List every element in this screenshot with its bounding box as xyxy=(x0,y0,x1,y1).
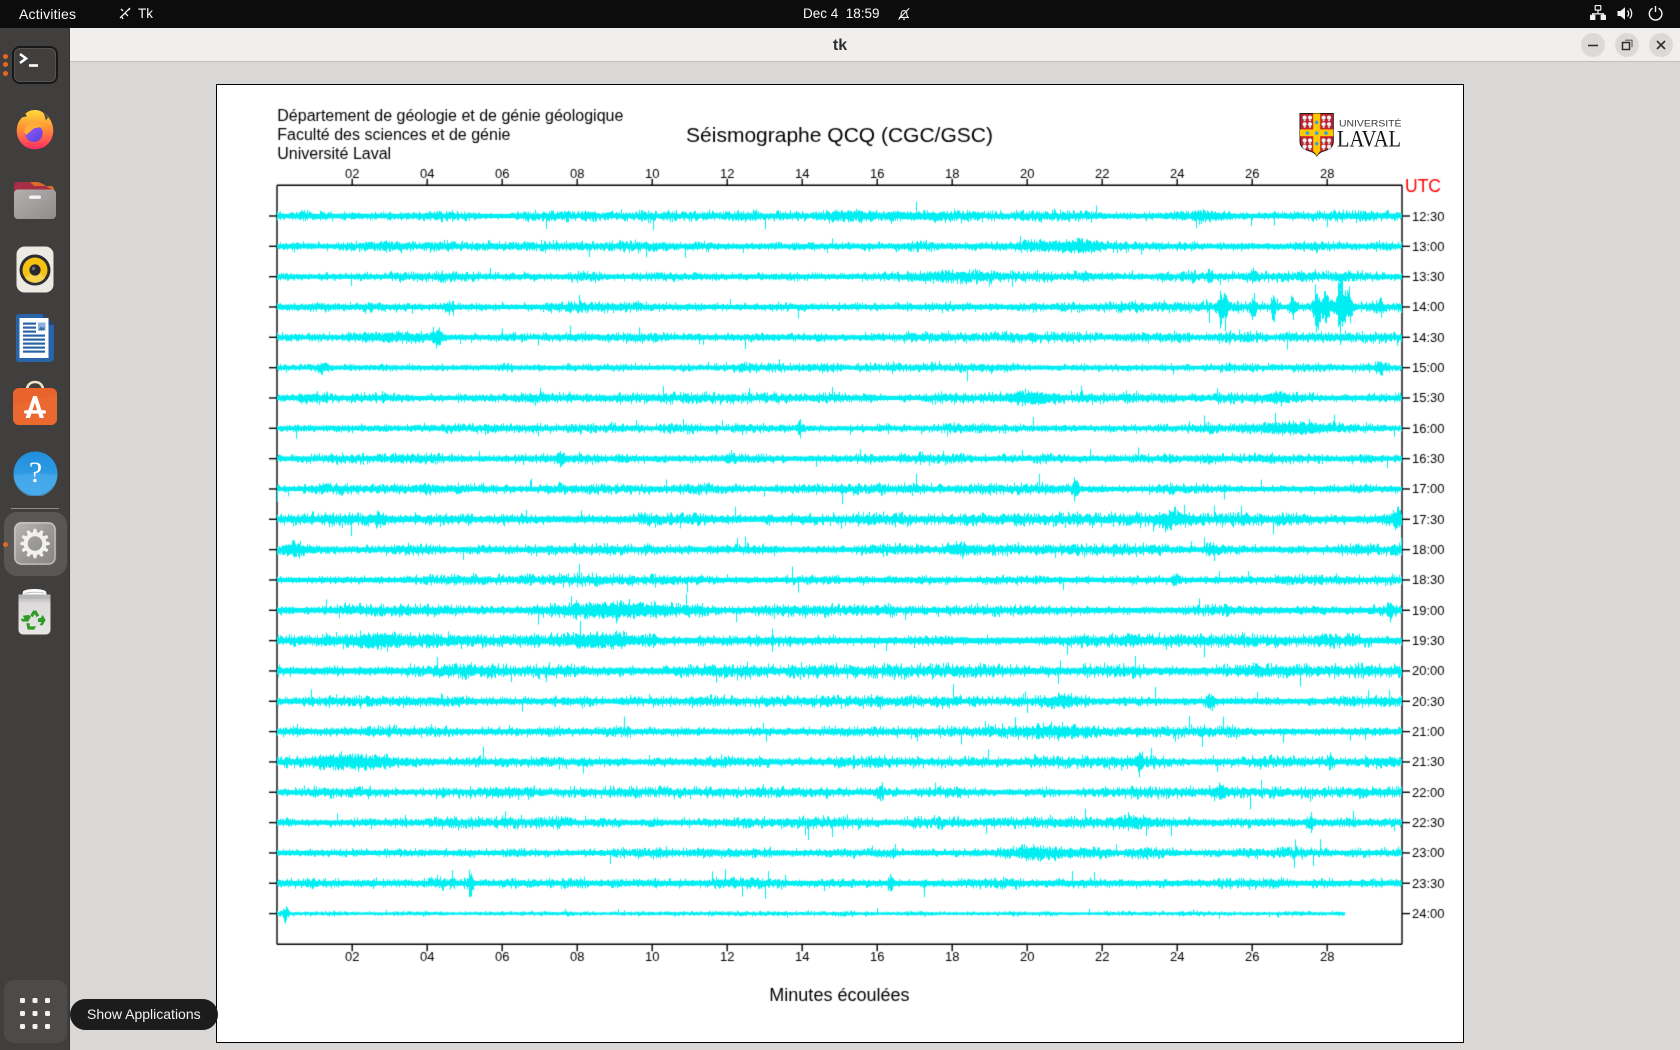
svg-text:LAVAL: LAVAL xyxy=(1337,127,1401,153)
svg-text:?: ? xyxy=(29,456,42,489)
